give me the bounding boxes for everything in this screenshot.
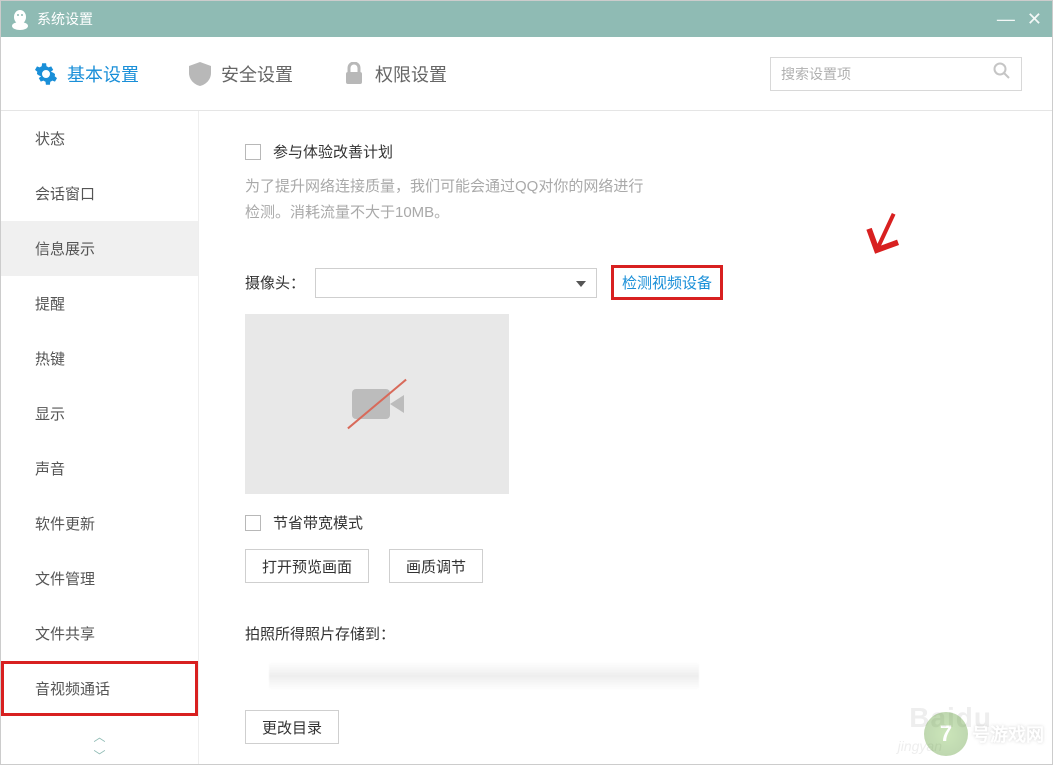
improvement-plan-checkbox[interactable] — [245, 144, 261, 160]
tab-permission-settings[interactable]: 权限设置 — [341, 61, 447, 87]
search-icon — [993, 62, 1011, 85]
sidebar-scroll-arrows[interactable]: ︿ ﹀ — [1, 728, 198, 764]
sidebar-item-label: 提醒 — [35, 293, 65, 314]
main-area: 状态 会话窗口 信息展示 提醒 热键 显示 声音 软件更新 文件管理 文件共享 … — [1, 111, 1052, 764]
gear-icon — [33, 61, 59, 87]
open-preview-button[interactable]: 打开预览画面 — [245, 549, 369, 583]
sidebar-item-sound[interactable]: 声音 — [1, 441, 198, 496]
camera-row: 摄像头： 检测视频设备 — [245, 265, 1022, 300]
sidebar-item-label: 会话窗口 — [35, 183, 95, 204]
app-icon — [11, 8, 29, 30]
video-preview — [245, 314, 509, 494]
camera-label: 摄像头： — [245, 272, 305, 293]
tab-label: 权限设置 — [375, 61, 447, 87]
settings-tabs: 基本设置 安全设置 权限设置 — [1, 37, 1052, 111]
sidebar-item-infodisplay[interactable]: 信息展示 — [1, 221, 198, 276]
sidebar-item-label: 软件更新 — [35, 513, 95, 534]
tab-basic-settings[interactable]: 基本设置 — [33, 61, 139, 87]
tab-label: 安全设置 — [221, 61, 293, 87]
content-panel: 参与体验改善计划 为了提升网络连接质量，我们可能会通过QQ对你的网络进行检测。消… — [199, 111, 1052, 764]
sidebar-item-label: 显示 — [35, 403, 65, 424]
bandwidth-label: 节省带宽模式 — [273, 512, 363, 533]
sidebar-item-label: 热键 — [35, 348, 65, 369]
detect-video-device-link[interactable]: 检测视频设备 — [622, 275, 712, 292]
photo-storage-path — [269, 662, 699, 690]
quality-adjust-button[interactable]: 画质调节 — [389, 549, 483, 583]
window-controls: — ✕ — [997, 9, 1042, 30]
tab-security-settings[interactable]: 安全设置 — [187, 61, 293, 87]
bandwidth-row: 节省带宽模式 — [245, 512, 1022, 533]
sidebar-item-reminder[interactable]: 提醒 — [1, 276, 198, 331]
sidebar-item-avcall[interactable]: 音视频通话 — [1, 661, 198, 716]
detect-video-highlight: 检测视频设备 — [611, 265, 723, 300]
sidebar-item-label: 音视频通话 — [35, 678, 110, 699]
shield-icon — [187, 61, 213, 87]
photo-storage-label: 拍照所得照片存储到： — [245, 623, 1022, 644]
improvement-plan-label: 参与体验改善计划 — [273, 141, 393, 162]
sidebar-item-label: 状态 — [35, 128, 65, 149]
dropdown-arrow-icon — [576, 274, 586, 292]
sidebar-item-fileshare[interactable]: 文件共享 — [1, 606, 198, 661]
titlebar: 系统设置 — ✕ — [1, 1, 1052, 37]
window-title: 系统设置 — [37, 9, 997, 29]
chevron-up-icon: ︿ — [93, 728, 105, 745]
sidebar-item-status[interactable]: 状态 — [1, 111, 198, 166]
sidebar-item-display[interactable]: 显示 — [1, 386, 198, 441]
search-box[interactable] — [770, 57, 1022, 91]
sidebar-item-filemanage[interactable]: 文件管理 — [1, 551, 198, 606]
improvement-plan-desc: 为了提升网络连接质量，我们可能会通过QQ对你的网络进行检测。消耗流量不大于10M… — [245, 174, 645, 225]
lock-icon — [341, 61, 367, 87]
improvement-plan-row: 参与体验改善计划 — [245, 141, 1022, 162]
tab-label: 基本设置 — [67, 61, 139, 87]
sidebar-item-hotkey[interactable]: 热键 — [1, 331, 198, 386]
close-button[interactable]: ✕ — [1027, 9, 1042, 30]
minimize-button[interactable]: — — [997, 9, 1015, 30]
sidebar-item-label: 文件共享 — [35, 623, 95, 644]
sidebar-item-label: 文件管理 — [35, 568, 95, 589]
arrow-annotation-icon — [850, 202, 915, 271]
video-btn-row: 打开预览画面 画质调节 — [245, 549, 1022, 583]
search-input[interactable] — [781, 66, 993, 82]
sidebar-item-update[interactable]: 软件更新 — [1, 496, 198, 551]
no-video-icon — [352, 384, 402, 424]
sidebar: 状态 会话窗口 信息展示 提醒 热键 显示 声音 软件更新 文件管理 文件共享 … — [1, 111, 199, 764]
chevron-down-icon: ﹀ — [93, 747, 105, 764]
camera-dropdown[interactable] — [315, 268, 597, 298]
sidebar-item-label: 声音 — [35, 458, 65, 479]
sidebar-item-chatwindow[interactable]: 会话窗口 — [1, 166, 198, 221]
sidebar-item-label: 信息展示 — [35, 238, 95, 259]
change-directory-button[interactable]: 更改目录 — [245, 710, 339, 744]
bandwidth-checkbox[interactable] — [245, 515, 261, 531]
